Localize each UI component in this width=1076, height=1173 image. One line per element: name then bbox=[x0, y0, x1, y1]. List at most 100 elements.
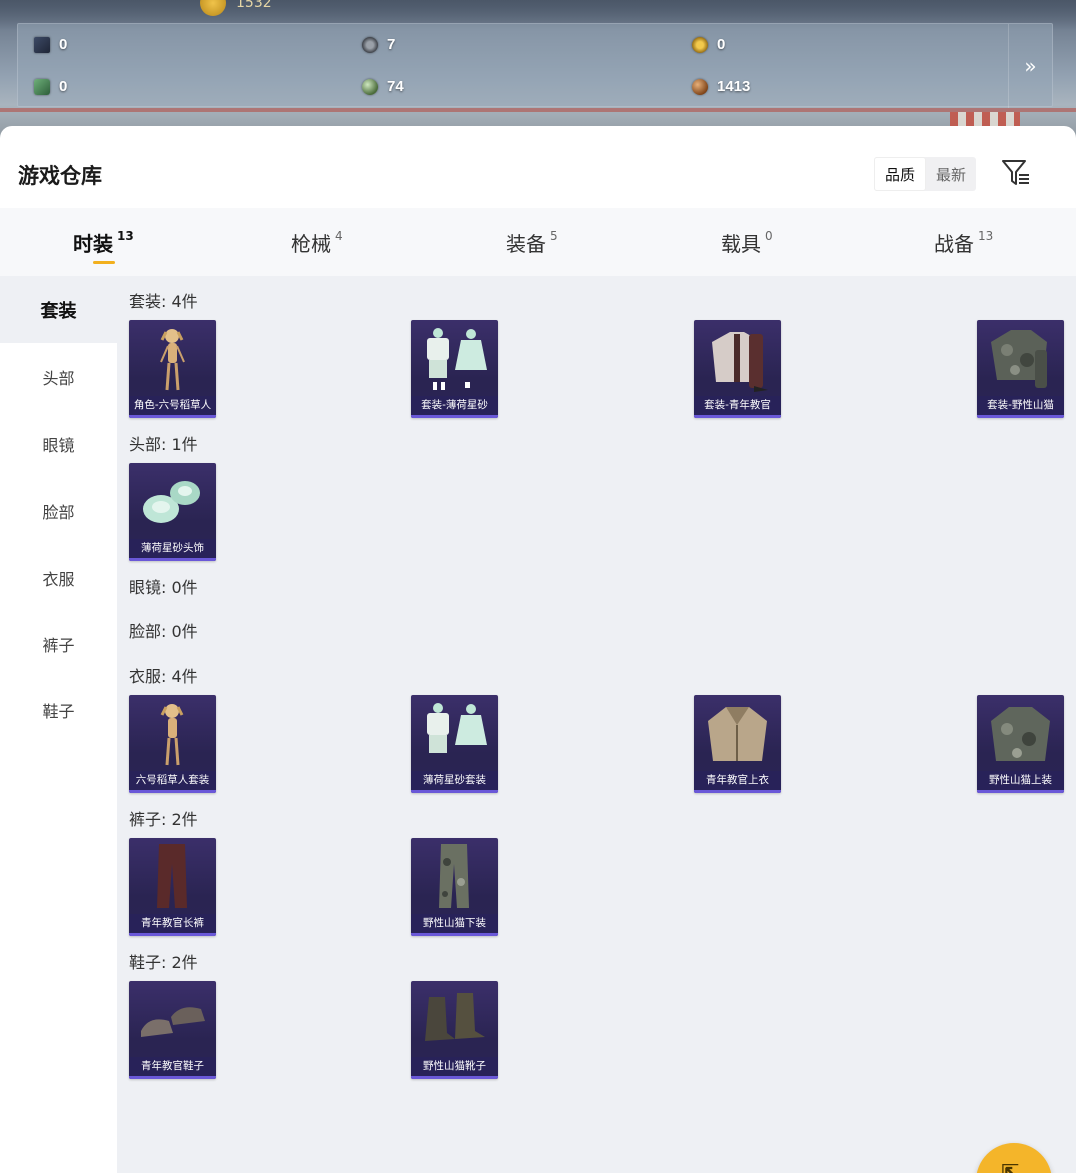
stat-orb: 74 bbox=[362, 78, 404, 95]
active-tab-indicator bbox=[93, 261, 115, 264]
stat-value: 0 bbox=[59, 36, 68, 53]
sidebar-item-suits[interactable]: 套装 bbox=[0, 276, 117, 343]
item-card[interactable]: 青年教官长裤 bbox=[129, 838, 216, 936]
stat-value: 0 bbox=[717, 36, 726, 53]
item-card[interactable]: 野性山猫上装 bbox=[977, 695, 1064, 793]
item-card[interactable]: 角色-六号稻草人 bbox=[129, 320, 216, 418]
boots-icon bbox=[425, 993, 485, 1041]
book-icon bbox=[34, 36, 50, 53]
item-name: 薄荷星砂套装 bbox=[411, 771, 498, 790]
section-label-suits: 套装: 4件 bbox=[129, 292, 198, 311]
filter-button[interactable] bbox=[1000, 157, 1032, 189]
tab-label: 载具 bbox=[721, 231, 761, 256]
panel-header: 游戏仓库 品质 最新 bbox=[0, 126, 1076, 208]
camo-jacket-icon bbox=[991, 707, 1050, 761]
tab-count: 13 bbox=[117, 229, 134, 243]
item-card[interactable]: 野性山猫下装 bbox=[411, 838, 498, 936]
mint-outfit-icon bbox=[427, 703, 487, 753]
tab-label: 战备 bbox=[934, 231, 974, 256]
warehouse-panel: 游戏仓库 品质 最新 时装 13 枪械 4 装备 5 载具 0 战备 13 套装… bbox=[0, 126, 1076, 1173]
green-gem-icon bbox=[34, 78, 50, 95]
section-label-pants: 裤子: 2件 bbox=[129, 810, 198, 829]
item-name: 青年教官长裤 bbox=[129, 914, 216, 933]
tab-count: 4 bbox=[335, 229, 343, 243]
item-name: 青年教官上衣 bbox=[694, 771, 781, 790]
item-name: 野性山猫下装 bbox=[411, 914, 498, 933]
gold-coin-icon bbox=[200, 0, 226, 16]
jacket-icon bbox=[708, 707, 767, 761]
sort-quality-button[interactable]: 品质 bbox=[874, 157, 926, 191]
page-title: 游戏仓库 bbox=[18, 164, 102, 188]
barrier-stripe bbox=[950, 112, 1020, 126]
tab-count: 13 bbox=[978, 229, 994, 243]
stats-box: 0 7 0 0 74 1413 » bbox=[17, 23, 1053, 108]
stat-green: 0 bbox=[34, 78, 67, 95]
tab-fashion[interactable]: 时装 13 bbox=[73, 208, 134, 276]
section-label-shoes: 鞋子: 2件 bbox=[129, 953, 198, 972]
item-card[interactable]: 套装-青年教官 bbox=[694, 320, 781, 418]
gear-icon bbox=[362, 36, 378, 53]
sidebar-item-pants[interactable]: 裤子 bbox=[0, 610, 117, 677]
stat-value: 74 bbox=[387, 78, 404, 95]
item-name: 野性山猫上装 bbox=[977, 771, 1064, 790]
item-list: 套装: 4件 头部: 1件 眼镜: 0件 脸部: 0件 衣服: 4件 裤子: 2… bbox=[117, 276, 1076, 1173]
item-name: 青年教官鞋子 bbox=[129, 1057, 216, 1076]
stat-value: 0 bbox=[59, 78, 68, 95]
pants-icon bbox=[157, 844, 187, 908]
section-label-clothes: 衣服: 4件 bbox=[129, 667, 198, 686]
scarecrow-figure-icon bbox=[160, 329, 185, 391]
mint-headwear-icon bbox=[143, 481, 200, 523]
sidebar: 套装 头部 眼镜 脸部 衣服 裤子 鞋子 bbox=[0, 276, 117, 1173]
tab-guns[interactable]: 枪械 4 bbox=[291, 208, 343, 276]
stat-book: 0 bbox=[34, 36, 67, 53]
game-banner: 1532 0 7 0 0 74 1413 » bbox=[0, 0, 1076, 140]
stat-bronze: 1413 bbox=[692, 78, 750, 95]
item-name: 套装-青年教官 bbox=[694, 396, 781, 415]
section-label-glasses: 眼镜: 0件 bbox=[129, 578, 198, 597]
filter-icon bbox=[1002, 160, 1029, 185]
item-name: 野性山猫靴子 bbox=[411, 1057, 498, 1076]
banner-top-value: 1532 bbox=[236, 0, 272, 11]
tab-label: 枪械 bbox=[291, 231, 331, 256]
sidebar-item-face[interactable]: 脸部 bbox=[0, 477, 117, 544]
orb-icon bbox=[362, 78, 378, 95]
instructor-outfit-icon bbox=[712, 332, 768, 392]
lynx-outfit-icon bbox=[991, 330, 1047, 388]
share-icon: ⇱ bbox=[1001, 1161, 1019, 1173]
item-card[interactable]: 青年教官上衣 bbox=[694, 695, 781, 793]
runway-stripe bbox=[0, 108, 1076, 112]
item-name: 角色-六号稻草人 bbox=[129, 396, 216, 415]
tab-count: 5 bbox=[550, 229, 558, 243]
sidebar-item-clothes[interactable]: 衣服 bbox=[0, 544, 117, 611]
item-card[interactable]: 青年教官鞋子 bbox=[129, 981, 216, 1079]
item-name: 套装-野性山猫 bbox=[977, 396, 1064, 415]
item-card[interactable]: 薄荷星砂套装 bbox=[411, 695, 498, 793]
item-card[interactable]: 套装-野性山猫 bbox=[977, 320, 1064, 418]
expand-stats-button[interactable]: » bbox=[1008, 24, 1052, 108]
item-card[interactable]: 套装-薄荷星砂 bbox=[411, 320, 498, 418]
gold-medal-icon bbox=[692, 36, 708, 53]
item-card[interactable]: 野性山猫靴子 bbox=[411, 981, 498, 1079]
stat-value: 1413 bbox=[717, 78, 751, 95]
stat-value: 7 bbox=[387, 36, 396, 53]
sidebar-item-head[interactable]: 头部 bbox=[0, 343, 117, 410]
stat-gold: 0 bbox=[692, 36, 725, 53]
sidebar-item-glasses[interactable]: 眼镜 bbox=[0, 410, 117, 477]
item-card[interactable]: 薄荷星砂头饰 bbox=[129, 463, 216, 561]
tab-equipment[interactable]: 装备 5 bbox=[506, 208, 558, 276]
tab-supplies[interactable]: 战备 13 bbox=[934, 208, 993, 276]
shoes-icon bbox=[141, 1007, 205, 1037]
section-label-head: 头部: 1件 bbox=[129, 435, 198, 454]
item-name: 薄荷星砂头饰 bbox=[129, 539, 216, 558]
scarecrow-figure-icon bbox=[160, 704, 184, 766]
item-card[interactable]: 六号稻草人套装 bbox=[129, 695, 216, 793]
sidebar-item-shoes[interactable]: 鞋子 bbox=[0, 676, 117, 743]
camo-pants-icon bbox=[439, 844, 469, 908]
tab-label: 时装 bbox=[73, 231, 113, 256]
category-tabs: 时装 13 枪械 4 装备 5 载具 0 战备 13 bbox=[0, 208, 1076, 276]
sort-newest-button[interactable]: 最新 bbox=[926, 157, 976, 191]
bronze-coin-icon bbox=[692, 78, 708, 95]
banner-top-row: 1532 bbox=[60, 0, 272, 16]
tab-count: 0 bbox=[765, 229, 773, 243]
tab-vehicles[interactable]: 载具 0 bbox=[721, 208, 773, 276]
